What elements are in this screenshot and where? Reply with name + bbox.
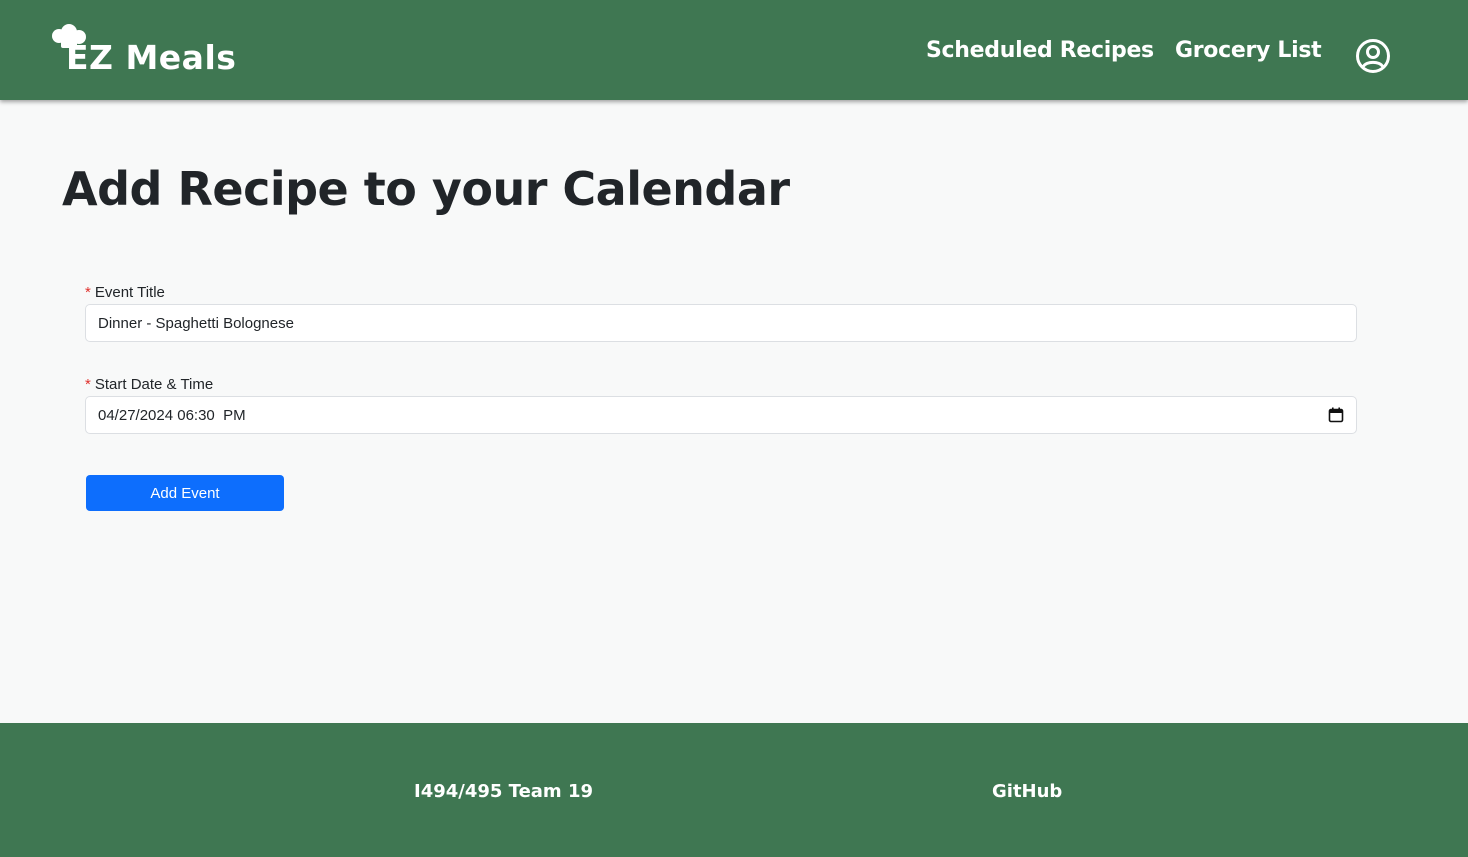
start-datetime-label: * Start Date & Time (85, 376, 213, 393)
user-circle-icon[interactable] (1355, 38, 1391, 74)
required-marker: * (85, 284, 91, 301)
page-title: Add Recipe to your Calendar (62, 162, 790, 216)
brand-name: EZ Meals (66, 38, 237, 77)
calendar-icon[interactable] (1328, 407, 1344, 423)
start-datetime-label-text: Start Date & Time (94, 376, 214, 393)
top-navbar: EZ Meals Scheduled Recipes Grocery List (0, 0, 1468, 100)
github-link[interactable]: GitHub (992, 781, 1062, 802)
nav-link-grocery-list[interactable]: Grocery List (1175, 38, 1322, 63)
footer: I494/495 Team 19 GitHub (0, 723, 1468, 857)
event-title-label: * Event Title (85, 284, 165, 301)
nav-link-scheduled-recipes[interactable]: Scheduled Recipes (926, 38, 1154, 63)
event-title-input[interactable]: Dinner - Spaghetti Bolognese (85, 304, 1357, 342)
event-title-value: Dinner - Spaghetti Bolognese (98, 314, 294, 332)
event-title-label-text: Event Title (94, 284, 165, 301)
start-datetime-input[interactable]: 04/27/2024 06:30 PM (85, 396, 1357, 434)
start-datetime-value: 04/27/2024 06:30 PM (98, 406, 246, 424)
footer-team-name: I494/495 Team 19 (414, 781, 593, 802)
required-marker: * (85, 376, 91, 393)
brand-logo-link[interactable]: EZ Meals (50, 24, 236, 80)
add-event-button[interactable]: Add Event (86, 475, 284, 511)
main-content: Add Recipe to your Calendar * Event Title… (0, 100, 1468, 723)
